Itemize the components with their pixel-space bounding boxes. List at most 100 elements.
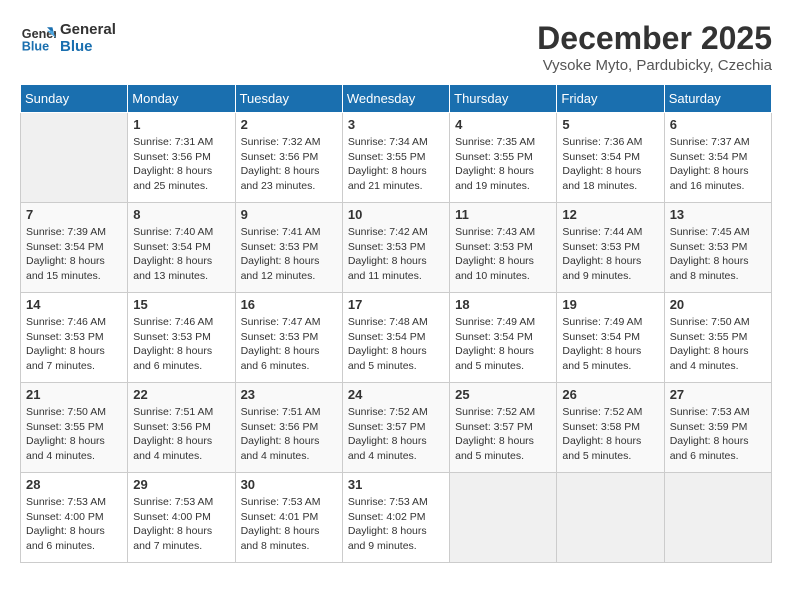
calendar-cell: 4 Sunrise: 7:35 AMSunset: 3:55 PMDaylight… <box>450 113 557 203</box>
day-info: Sunrise: 7:51 AMSunset: 3:56 PMDaylight:… <box>133 405 229 464</box>
calendar-week-row: 1Sunrise: 7:31 AMSunset: 3:56 PMDaylight… <box>21 113 772 203</box>
weekday-header-row: SundayMondayTuesdayWednesdayThursdayFrid… <box>21 85 772 113</box>
day-number: 16 <box>241 297 337 312</box>
calendar-cell: 12 Sunrise: 7:44 AMSunset: 3:53 PMDayligh… <box>557 203 664 293</box>
day-number: 28 <box>26 477 122 492</box>
day-number: 13 <box>670 207 766 222</box>
calendar-cell: 24 Sunrise: 7:52 AMSunset: 3:57 PMDayligh… <box>342 383 449 473</box>
calendar-cell: 21 Sunrise: 7:50 AMSunset: 3:55 PMDayligh… <box>21 383 128 473</box>
day-info: Sunrise: 7:50 AMSunset: 3:55 PMDaylight:… <box>670 315 766 374</box>
calendar-cell: 25Sunrise: 7:52 AMSunset: 3:57 PMDayligh… <box>450 383 557 473</box>
calendar-cell: 19 Sunrise: 7:49 AMSunset: 3:54 PMDayligh… <box>557 293 664 383</box>
day-number: 5 <box>562 117 658 132</box>
day-info: Sunrise: 7:50 AMSunset: 3:55 PMDaylight:… <box>26 405 122 464</box>
calendar-cell: 2Sunrise: 7:32 AMSunset: 3:56 PMDaylight… <box>235 113 342 203</box>
weekday-header: Thursday <box>450 85 557 113</box>
weekday-header: Monday <box>128 85 235 113</box>
day-info: Sunrise: 7:37 AMSunset: 3:54 PMDaylight:… <box>670 135 766 194</box>
calendar-cell: 15Sunrise: 7:46 AMSunset: 3:53 PMDayligh… <box>128 293 235 383</box>
calendar-cell: 27 Sunrise: 7:53 AMSunset: 3:59 PMDayligh… <box>664 383 771 473</box>
day-info: Sunrise: 7:53 AMSunset: 4:00 PMDaylight:… <box>26 495 122 554</box>
day-info: Sunrise: 7:39 AMSunset: 3:54 PMDaylight:… <box>26 225 122 284</box>
day-info: Sunrise: 7:49 AMSunset: 3:54 PMDaylight:… <box>455 315 551 374</box>
day-info: Sunrise: 7:46 AMSunset: 3:53 PMDaylight:… <box>133 315 229 374</box>
day-info: Sunrise: 7:52 AMSunset: 3:58 PMDaylight:… <box>562 405 658 464</box>
weekday-header: Friday <box>557 85 664 113</box>
month-title: December 2025 <box>537 20 772 57</box>
day-info: Sunrise: 7:49 AMSunset: 3:54 PMDaylight:… <box>562 315 658 374</box>
calendar-cell <box>664 473 771 563</box>
day-number: 3 <box>348 117 444 132</box>
calendar-cell: 13 Sunrise: 7:45 AMSunset: 3:53 PMDayligh… <box>664 203 771 293</box>
day-info: Sunrise: 7:34 AMSunset: 3:55 PMDaylight:… <box>348 135 444 194</box>
day-info: Sunrise: 7:36 AMSunset: 3:54 PMDaylight:… <box>562 135 658 194</box>
day-number: 2 <box>241 117 337 132</box>
day-number: 24 <box>348 387 444 402</box>
calendar-cell: 3 Sunrise: 7:34 AMSunset: 3:55 PMDaylight… <box>342 113 449 203</box>
day-number: 29 <box>133 477 229 492</box>
day-number: 4 <box>455 117 551 132</box>
day-number: 23 <box>241 387 337 402</box>
day-info: Sunrise: 7:43 AMSunset: 3:53 PMDaylight:… <box>455 225 551 284</box>
day-number: 10 <box>348 207 444 222</box>
day-number: 11 <box>455 207 551 222</box>
day-info: Sunrise: 7:47 AMSunset: 3:53 PMDaylight:… <box>241 315 337 374</box>
day-number: 14 <box>26 297 122 312</box>
day-info: Sunrise: 7:35 AMSunset: 3:55 PMDaylight:… <box>455 135 551 194</box>
day-number: 7 <box>26 207 122 222</box>
calendar-cell: 17 Sunrise: 7:48 AMSunset: 3:54 PMDayligh… <box>342 293 449 383</box>
calendar-cell: 11 Sunrise: 7:43 AMSunset: 3:53 PMDayligh… <box>450 203 557 293</box>
day-number: 9 <box>241 207 337 222</box>
calendar-cell: 7 Sunrise: 7:39 AMSunset: 3:54 PMDaylight… <box>21 203 128 293</box>
calendar-cell <box>21 113 128 203</box>
day-info: Sunrise: 7:45 AMSunset: 3:53 PMDaylight:… <box>670 225 766 284</box>
calendar-cell: 30Sunrise: 7:53 AMSunset: 4:01 PMDayligh… <box>235 473 342 563</box>
day-info: Sunrise: 7:48 AMSunset: 3:54 PMDaylight:… <box>348 315 444 374</box>
calendar-week-row: 14 Sunrise: 7:46 AMSunset: 3:53 PMDayligh… <box>21 293 772 383</box>
day-info: Sunrise: 7:53 AMSunset: 4:02 PMDaylight:… <box>348 495 444 554</box>
calendar-cell: 31 Sunrise: 7:53 AMSunset: 4:02 PMDayligh… <box>342 473 449 563</box>
day-info: Sunrise: 7:53 AMSunset: 4:00 PMDaylight:… <box>133 495 229 554</box>
day-number: 17 <box>348 297 444 312</box>
day-number: 21 <box>26 387 122 402</box>
weekday-header: Wednesday <box>342 85 449 113</box>
day-info: Sunrise: 7:53 AMSunset: 4:01 PMDaylight:… <box>241 495 337 554</box>
calendar-cell: 18Sunrise: 7:49 AMSunset: 3:54 PMDayligh… <box>450 293 557 383</box>
day-number: 22 <box>133 387 229 402</box>
calendar-cell: 20Sunrise: 7:50 AMSunset: 3:55 PMDayligh… <box>664 293 771 383</box>
calendar-cell: 29 Sunrise: 7:53 AMSunset: 4:00 PMDayligh… <box>128 473 235 563</box>
calendar-cell: 8Sunrise: 7:40 AMSunset: 3:54 PMDaylight… <box>128 203 235 293</box>
day-info: Sunrise: 7:41 AMSunset: 3:53 PMDaylight:… <box>241 225 337 284</box>
day-number: 6 <box>670 117 766 132</box>
calendar-week-row: 28 Sunrise: 7:53 AMSunset: 4:00 PMDayligh… <box>21 473 772 563</box>
calendar-cell: 6 Sunrise: 7:37 AMSunset: 3:54 PMDaylight… <box>664 113 771 203</box>
title-block: December 2025 Vysoke Myto, Pardubicky, C… <box>537 20 772 74</box>
day-info: Sunrise: 7:53 AMSunset: 3:59 PMDaylight:… <box>670 405 766 464</box>
day-info: Sunrise: 7:51 AMSunset: 3:56 PMDaylight:… <box>241 405 337 464</box>
calendar-cell: 26 Sunrise: 7:52 AMSunset: 3:58 PMDayligh… <box>557 383 664 473</box>
day-number: 26 <box>562 387 658 402</box>
calendar-cell: 22 Sunrise: 7:51 AMSunset: 3:56 PMDayligh… <box>128 383 235 473</box>
day-number: 12 <box>562 207 658 222</box>
day-number: 27 <box>670 387 766 402</box>
day-info: Sunrise: 7:52 AMSunset: 3:57 PMDaylight:… <box>348 405 444 464</box>
calendar-table: SundayMondayTuesdayWednesdayThursdayFrid… <box>20 84 772 563</box>
weekday-header: Sunday <box>21 85 128 113</box>
calendar-cell: 5 Sunrise: 7:36 AMSunset: 3:54 PMDaylight… <box>557 113 664 203</box>
calendar-cell <box>450 473 557 563</box>
day-number: 31 <box>348 477 444 492</box>
day-number: 8 <box>133 207 229 222</box>
day-number: 25 <box>455 387 551 402</box>
logo-line2: Blue <box>60 38 116 55</box>
calendar-cell: 10 Sunrise: 7:42 AMSunset: 3:53 PMDayligh… <box>342 203 449 293</box>
page-header: General Blue General Blue December 2025 … <box>20 20 772 74</box>
logo: General Blue General Blue <box>20 20 116 56</box>
day-info: Sunrise: 7:44 AMSunset: 3:53 PMDaylight:… <box>562 225 658 284</box>
day-info: Sunrise: 7:42 AMSunset: 3:53 PMDaylight:… <box>348 225 444 284</box>
day-info: Sunrise: 7:46 AMSunset: 3:53 PMDaylight:… <box>26 315 122 374</box>
calendar-week-row: 7 Sunrise: 7:39 AMSunset: 3:54 PMDaylight… <box>21 203 772 293</box>
logo-icon: General Blue <box>20 20 56 56</box>
day-info: Sunrise: 7:31 AMSunset: 3:56 PMDaylight:… <box>133 135 229 194</box>
calendar-cell: 1Sunrise: 7:31 AMSunset: 3:56 PMDaylight… <box>128 113 235 203</box>
day-number: 19 <box>562 297 658 312</box>
